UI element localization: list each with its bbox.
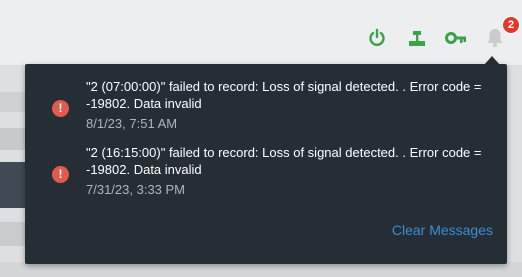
notifications-popup: ! "2 (07:00:00)" failed to record: Loss …: [25, 64, 507, 264]
notification-item: ! "2 (07:00:00)" failed to record: Loss …: [25, 78, 507, 148]
notification-text: "2 (07:00:00)" failed to record: Loss of…: [86, 79, 482, 111]
notification-count-badge[interactable]: 2: [502, 16, 520, 34]
clear-messages-link[interactable]: Clear Messages: [392, 222, 493, 238]
notification-item: ! "2 (16:15:00)" failed to record: Loss …: [25, 144, 507, 214]
top-bar: [0, 0, 522, 66]
network-icon[interactable]: [406, 27, 428, 49]
notification-timestamp: 8/1/23, 7:51 AM: [86, 116, 178, 131]
background-footer: [0, 262, 522, 277]
error-icon: !: [52, 166, 69, 183]
power-icon[interactable]: [366, 27, 388, 49]
notification-timestamp: 7/31/23, 3:33 PM: [86, 182, 186, 197]
error-icon: !: [52, 100, 69, 117]
bell-icon[interactable]: [484, 27, 506, 49]
notification-text: "2 (16:15:00)" failed to record: Loss of…: [86, 145, 482, 177]
key-icon[interactable]: [445, 27, 467, 49]
